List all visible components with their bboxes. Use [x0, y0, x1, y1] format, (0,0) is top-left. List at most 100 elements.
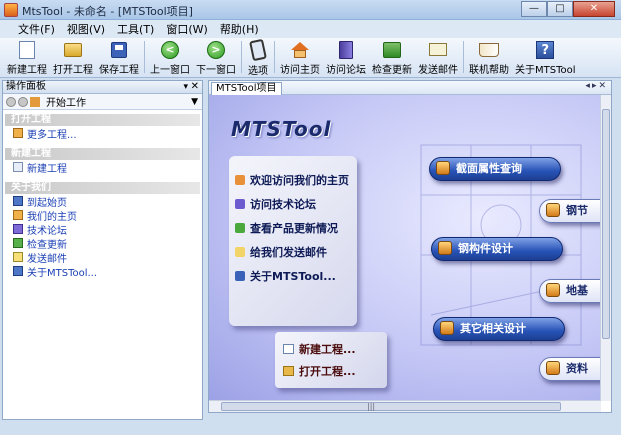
- dropdown-caret-icon[interactable]: ▼: [191, 97, 198, 107]
- section-open-project[interactable]: 打开工程: [5, 114, 200, 126]
- menu-bar: 文件(F) 视图(V) 工具(T) 窗口(W) 帮助(H): [0, 20, 621, 38]
- materials-button[interactable]: 资料: [539, 357, 601, 381]
- visit-homepage-link[interactable]: 欢迎访问我们的主页: [229, 168, 357, 192]
- homepage-label: 我们的主页: [27, 211, 77, 223]
- mtstool-brand-logo: MTSTool: [231, 117, 332, 141]
- check-update-button[interactable]: 检查更新: [369, 38, 415, 76]
- save-project-label: 保存工程: [99, 65, 139, 76]
- prev-window-button[interactable]: < 上一窗口: [147, 38, 193, 76]
- toolbar-separator: [144, 41, 145, 73]
- open-project-label: 打开工程: [53, 65, 93, 76]
- foundation-button[interactable]: 地基: [539, 279, 601, 303]
- steel-joint-label: 钢节: [566, 204, 588, 217]
- toolbar-separator: [463, 41, 464, 73]
- forum-link[interactable]: 技术论坛: [3, 222, 202, 237]
- start-page-link[interactable]: 到起始页: [3, 194, 202, 209]
- visit-forum-button[interactable]: 访问论坛: [323, 38, 369, 76]
- minimize-button[interactable]: —: [521, 1, 547, 17]
- menu-window[interactable]: 窗口(W): [160, 21, 213, 37]
- steel-joint-button[interactable]: 钢节: [539, 199, 601, 223]
- online-help-button[interactable]: 联机帮助: [466, 38, 512, 76]
- other-design-label: 其它相关设计: [460, 322, 526, 335]
- scroll-grip-icon: |||: [367, 402, 376, 411]
- maximize-button[interactable]: □: [547, 1, 573, 17]
- horizontal-scrollbar[interactable]: |||: [209, 400, 601, 412]
- open-project-item[interactable]: 打开工程...: [275, 360, 387, 382]
- send-mail-link[interactable]: 给我们发送邮件: [229, 240, 357, 264]
- new-project-item[interactable]: 新建工程...: [275, 338, 387, 360]
- start-page-label: 到起始页: [27, 197, 67, 209]
- links-card: 欢迎访问我们的主页 访问技术论坛 查看产品更新情况 给我们发送邮件 关于MTST…: [229, 156, 357, 326]
- help-book-icon: [479, 42, 499, 57]
- send-mail-button[interactable]: 发送邮件: [415, 38, 461, 76]
- open-folder-icon: [283, 366, 294, 376]
- panel-header: 操作面板 ▾ ✕: [3, 81, 202, 94]
- new-project-link[interactable]: 新建工程: [3, 160, 202, 175]
- tab-controls[interactable]: ◂▸✕: [585, 81, 608, 91]
- section-property-query-button[interactable]: 截面属性查询: [429, 157, 561, 181]
- question-icon: [13, 266, 23, 276]
- update-link[interactable]: 检查更新: [3, 236, 202, 251]
- app-icon: [4, 3, 18, 17]
- menu-file[interactable]: 文件(F): [12, 21, 61, 37]
- materials-icon: [546, 361, 560, 375]
- section-new-project[interactable]: 新建工程: [5, 148, 200, 160]
- menu-help[interactable]: 帮助(H): [214, 21, 265, 37]
- mail-link[interactable]: 发送邮件: [3, 250, 202, 265]
- check-updates-link[interactable]: 查看产品更新情况: [229, 216, 357, 240]
- start-page-icon: [13, 196, 23, 206]
- save-project-button[interactable]: 保存工程: [96, 38, 142, 76]
- visit-forum-link-label: 访问技术论坛: [250, 198, 316, 211]
- other-design-icon: [440, 321, 454, 335]
- steel-member-design-button[interactable]: 钢构件设计: [431, 237, 563, 261]
- back-icon[interactable]: [6, 96, 16, 107]
- section-about-us[interactable]: 关于我们: [5, 182, 200, 194]
- about-link[interactable]: 关于MTSTool...: [3, 264, 202, 279]
- save-icon: [111, 41, 127, 58]
- operation-panel: 操作面板 ▾ ✕ 开始工作 ▼ 打开工程 更多工程... 新建工程 新建工程 关…: [2, 80, 203, 420]
- other-design-button[interactable]: 其它相关设计: [433, 317, 565, 341]
- mail-icon: [13, 252, 23, 262]
- check-update-label: 检查更新: [372, 65, 412, 76]
- new-project-button[interactable]: 新建工程: [4, 38, 50, 76]
- close-button[interactable]: ✕: [573, 1, 615, 17]
- about-mtstool-link[interactable]: 关于MTSTool...: [229, 264, 357, 288]
- panel-nav-title: 开始工作: [46, 98, 86, 109]
- section-query-icon: [436, 161, 450, 175]
- window-title: MtsTool - 未命名 - [MTSTool项目]: [22, 5, 193, 18]
- homepage-link[interactable]: 我们的主页: [3, 208, 202, 223]
- visit-home-button[interactable]: 访问主页: [277, 38, 323, 76]
- pin-icon[interactable]: ▾: [183, 81, 188, 93]
- vertical-scroll-thumb[interactable]: [602, 109, 610, 339]
- next-window-button[interactable]: > 下一窗口: [193, 38, 239, 76]
- vertical-scrollbar[interactable]: [600, 95, 611, 401]
- visit-forum-link[interactable]: 访问技术论坛: [229, 192, 357, 216]
- mail-icon: [235, 247, 245, 257]
- horizontal-scroll-thumb[interactable]: |||: [221, 402, 561, 411]
- send-mail-label: 发送邮件: [418, 65, 458, 76]
- prev-window-label: 上一窗口: [150, 65, 190, 76]
- home-icon: [13, 210, 23, 220]
- menu-tools[interactable]: 工具(T): [111, 21, 160, 37]
- update-icon: [13, 238, 23, 248]
- more-projects-label: 更多工程...: [27, 129, 77, 141]
- foundation-label: 地基: [566, 284, 588, 297]
- open-project-button[interactable]: 打开工程: [50, 38, 96, 76]
- menu-view[interactable]: 视图(V): [61, 21, 111, 37]
- tab-mtstool-project[interactable]: MTSTool项目: [211, 82, 282, 95]
- about-button[interactable]: ? 关于MTSTool: [512, 38, 579, 76]
- options-button[interactable]: 选项: [244, 38, 272, 77]
- materials-label: 资料: [566, 362, 588, 375]
- new-project-link-label: 新建工程: [27, 163, 67, 175]
- forward-icon[interactable]: [18, 96, 28, 107]
- new-document-icon: [283, 344, 294, 354]
- more-projects-link[interactable]: 更多工程...: [3, 126, 202, 141]
- home-icon: [291, 41, 309, 58]
- new-project-item-label: 新建工程...: [299, 343, 356, 356]
- arrow-left-icon: <: [161, 40, 179, 59]
- steel-member-icon: [438, 241, 452, 255]
- home-icon[interactable]: [30, 96, 40, 107]
- panel-close-icon[interactable]: ✕: [191, 81, 199, 93]
- forum-label: 技术论坛: [27, 225, 67, 237]
- toolbar-separator: [241, 41, 242, 73]
